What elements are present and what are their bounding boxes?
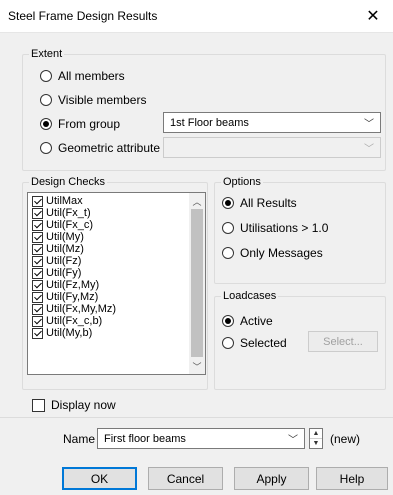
list-item-label: UtilMax — [46, 195, 83, 207]
chevron-down-icon: ﹀ — [364, 119, 374, 130]
list-item-label: Util(Fz) — [46, 255, 82, 267]
loadcase-label: Active — [240, 314, 273, 328]
list-item[interactable]: Util(Mz) — [32, 243, 84, 255]
checkbox-icon[interactable] — [32, 398, 45, 412]
extent-option-geometric-attribute[interactable]: Geometric attribute — [40, 141, 160, 155]
separator — [0, 417, 393, 418]
checkbox-checked-icon[interactable] — [32, 195, 43, 207]
list-item-label: Util(Mz) — [46, 243, 84, 255]
chevron-down-icon: ﹀ — [364, 144, 374, 155]
scroll-thumb[interactable] — [191, 209, 203, 357]
extent-legend: Extent — [29, 48, 65, 60]
display-now-checkbox[interactable]: Display now — [32, 398, 116, 412]
extent-option-from-group[interactable]: From group — [40, 117, 120, 131]
checkbox-checked-icon[interactable] — [32, 255, 43, 267]
list-item-label: Util(Fy) — [46, 267, 82, 279]
checkbox-checked-icon[interactable] — [32, 231, 43, 243]
list-item[interactable]: Util(Fz,My) — [32, 279, 99, 291]
radio-icon — [40, 94, 52, 106]
list-item[interactable]: Util(Fz) — [32, 255, 81, 267]
display-now-label: Display now — [51, 398, 116, 412]
list-item-label: Util(My) — [46, 231, 84, 243]
list-item-label: Util(Fx,My,Mz) — [46, 303, 117, 315]
extent-option-all-members[interactable]: All members — [40, 69, 125, 83]
name-spinner[interactable]: ▲ ▼ — [309, 428, 323, 449]
list-item-label: Util(Fx_c,b) — [46, 315, 103, 327]
list-item[interactable]: Util(Fx_t) — [32, 207, 91, 219]
extent-option-visible-members[interactable]: Visible members — [40, 93, 146, 107]
attribute-combo: ﹀ — [163, 137, 381, 158]
checkbox-checked-icon[interactable] — [32, 291, 43, 303]
list-item[interactable]: Util(Fx,My,Mz) — [32, 303, 116, 315]
window-title: Steel Frame Design Results — [8, 9, 158, 23]
checkbox-checked-icon[interactable] — [32, 267, 43, 279]
spin-down-icon[interactable]: ▼ — [310, 438, 322, 448]
list-item[interactable]: Util(My,b) — [32, 327, 92, 339]
design-checks-list[interactable]: UtilMax Util(Fx_t) Util(Fx_c) Util(My) U… — [27, 192, 206, 375]
extent-option-label: Visible members — [58, 93, 147, 107]
group-combo-value: 1st Floor beams — [170, 116, 249, 129]
name-combo-value: First floor beams — [104, 432, 186, 445]
list-item[interactable]: Util(Fy,Mz) — [32, 291, 98, 303]
checkbox-checked-icon[interactable] — [32, 279, 43, 291]
scroll-down-icon[interactable]: ﹀ — [189, 358, 205, 374]
name-label: Name — [63, 432, 96, 446]
radio-icon — [222, 337, 234, 349]
chevron-down-icon: ﹀ — [288, 435, 298, 446]
help-button[interactable]: Help — [316, 467, 388, 490]
cancel-button[interactable]: Cancel — [148, 467, 223, 490]
list-item-label: Util(My,b) — [46, 327, 93, 339]
extent-option-label: All members — [58, 69, 125, 83]
checkbox-checked-icon[interactable] — [32, 315, 43, 327]
ok-button[interactable]: OK — [62, 467, 137, 490]
loadcases-legend: Loadcases — [221, 290, 279, 302]
loadcase-selected[interactable]: Selected — [222, 336, 287, 350]
radio-icon — [40, 70, 52, 82]
list-item-label: Util(Fy,Mz) — [46, 291, 99, 303]
name-status: (new) — [330, 432, 361, 446]
radio-icon — [222, 222, 234, 234]
extent-option-label: From group — [58, 117, 121, 131]
list-item[interactable]: Util(Fx_c,b) — [32, 315, 102, 327]
checkbox-checked-icon[interactable] — [32, 303, 43, 315]
option-label: Only Messages — [240, 246, 323, 260]
option-all-results[interactable]: All Results — [222, 196, 297, 210]
design-checks-legend: Design Checks — [29, 176, 107, 188]
loadcase-active[interactable]: Active — [222, 314, 273, 328]
list-item[interactable]: Util(My) — [32, 231, 84, 243]
select-button[interactable]: Select... — [308, 331, 378, 352]
list-item[interactable]: UtilMax — [32, 195, 83, 207]
spin-up-icon[interactable]: ▲ — [310, 429, 322, 438]
close-button[interactable]: ✕ — [353, 0, 393, 32]
option-label: All Results — [240, 196, 297, 210]
group-combo[interactable]: 1st Floor beams ﹀ — [163, 112, 381, 133]
radio-icon — [40, 142, 52, 154]
apply-button[interactable]: Apply — [234, 467, 309, 490]
option-utilisations[interactable]: Utilisations > 1.0 — [222, 221, 328, 235]
list-item-label: Util(Fx_t) — [46, 207, 91, 219]
list-item[interactable]: Util(Fx_c) — [32, 219, 93, 231]
close-icon: ✕ — [366, 8, 380, 25]
option-only-messages[interactable]: Only Messages — [222, 246, 323, 260]
list-item[interactable]: Util(Fy) — [32, 267, 81, 279]
list-item-label: Util(Fx_c) — [46, 219, 94, 231]
scroll-up-icon[interactable]: ︿ — [189, 193, 205, 209]
list-item-label: Util(Fz,My) — [46, 279, 100, 291]
loadcase-label: Selected — [240, 336, 287, 350]
checkbox-checked-icon[interactable] — [32, 327, 43, 339]
radio-selected-icon — [222, 315, 234, 327]
checkbox-checked-icon[interactable] — [32, 219, 43, 231]
checkbox-checked-icon[interactable] — [32, 207, 43, 219]
checkbox-checked-icon[interactable] — [32, 243, 43, 255]
name-combo[interactable]: First floor beams ﹀ — [97, 428, 305, 449]
radio-icon — [222, 247, 234, 259]
list-scrollbar[interactable]: ︿ ﹀ — [189, 193, 205, 374]
extent-option-label: Geometric attribute — [58, 141, 161, 155]
radio-selected-icon — [222, 197, 234, 209]
options-legend: Options — [221, 176, 263, 188]
radio-selected-icon — [40, 118, 52, 130]
title-bar: Steel Frame Design Results ✕ — [0, 0, 393, 33]
option-label: Utilisations > 1.0 — [240, 221, 329, 235]
